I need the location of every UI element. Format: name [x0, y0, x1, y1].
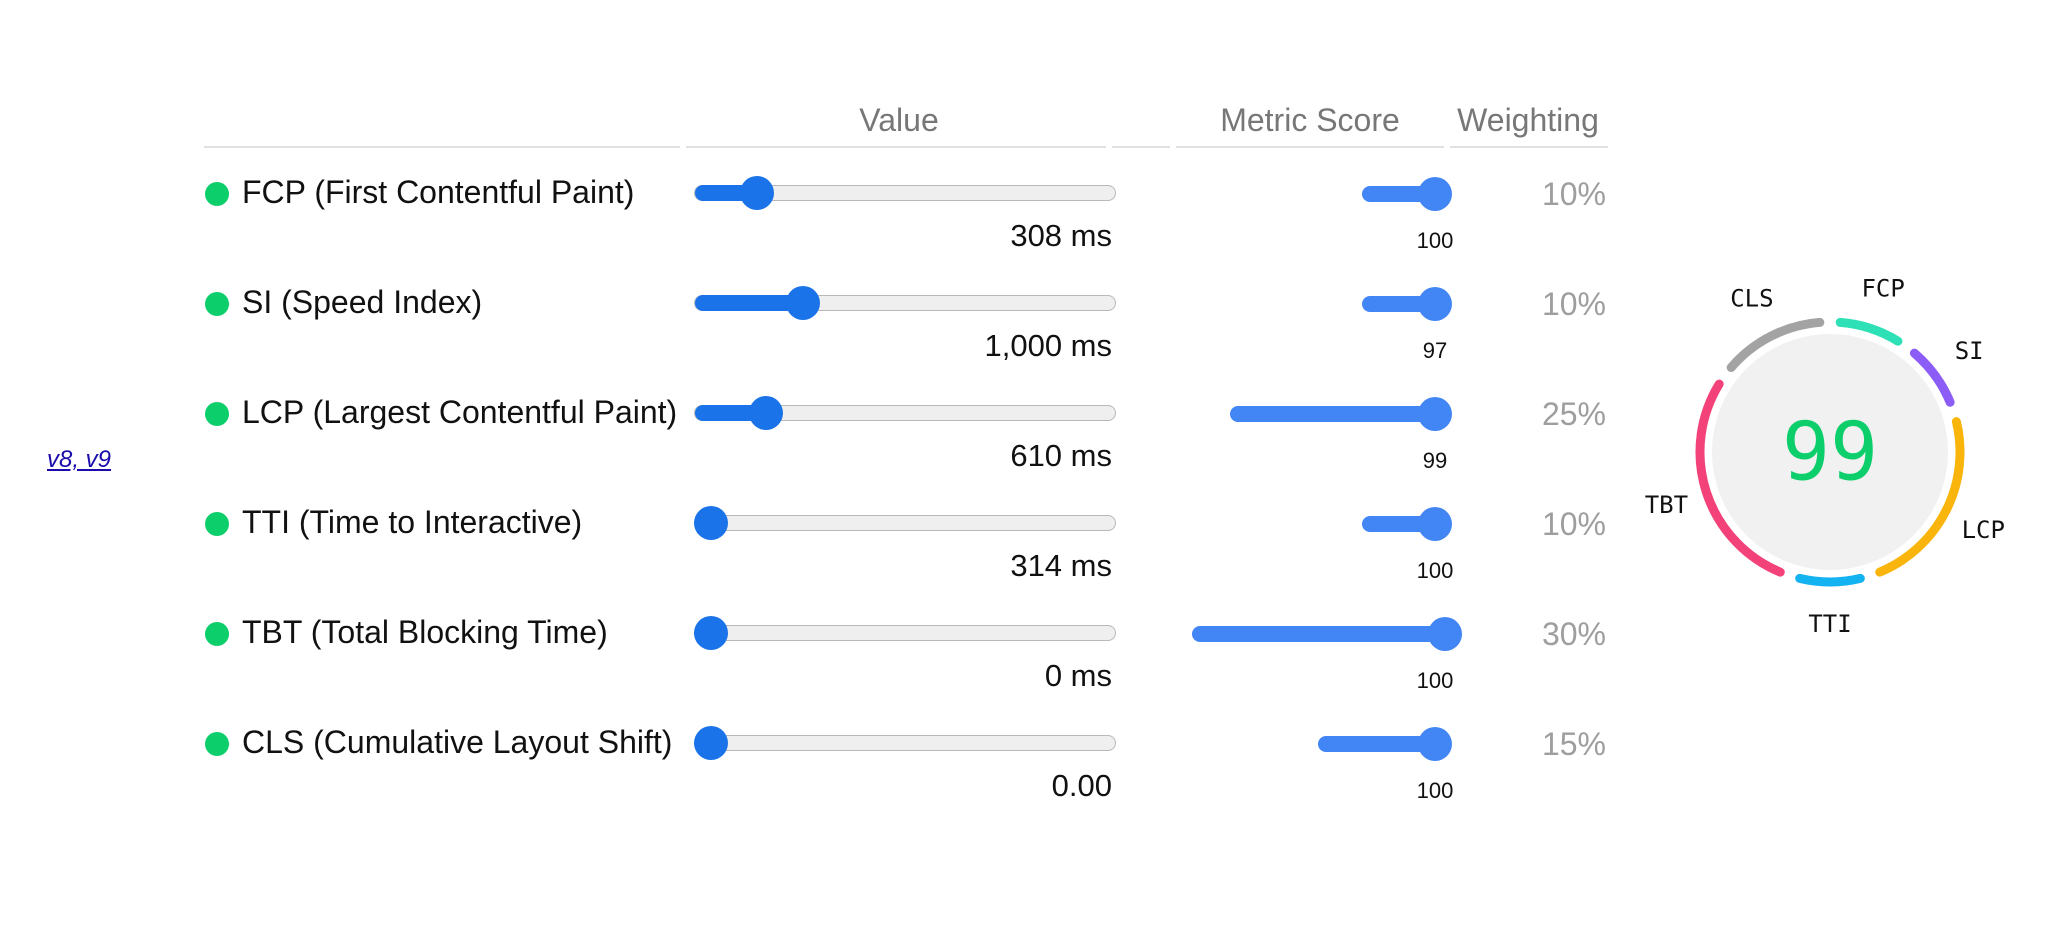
- gauge-label-lcp: LCP: [1962, 516, 2005, 544]
- metric-weighting: 10%: [1541, 176, 1606, 212]
- header-value: Value: [859, 102, 939, 138]
- metric-score-value: 100: [1416, 778, 1454, 803]
- version-link[interactable]: v8, v9: [47, 446, 111, 474]
- metric-value: 314 ms: [1010, 548, 1112, 583]
- value-slider[interactable]: [694, 295, 1116, 311]
- metric-score-value: 100: [1416, 228, 1454, 253]
- metric-score-thumb[interactable]: [1428, 617, 1462, 651]
- gauge-label-tbt: TBT: [1645, 491, 1688, 519]
- score-calculator: v8, v9 Value Metric Score Weighting FCP …: [0, 0, 2057, 941]
- metric-score-value: 100: [1416, 668, 1454, 693]
- metric-name: TTI (Time to Interactive): [242, 504, 583, 540]
- gauge-score: 99: [1782, 406, 1878, 499]
- metric-score-value: 97: [1422, 338, 1448, 363]
- metric-name: FCP (First Contentful Paint): [242, 174, 635, 210]
- gauge-label-si: SI: [1955, 337, 1984, 365]
- status-dot-icon: [205, 622, 229, 646]
- header-weighting: Weighting: [1457, 102, 1599, 138]
- metric-score-thumb[interactable]: [1418, 507, 1452, 541]
- metric-score-thumb[interactable]: [1418, 727, 1452, 761]
- metric-name: CLS (Cumulative Layout Shift): [242, 724, 673, 760]
- header-divider: [204, 146, 680, 148]
- metric-name: LCP (Largest Contentful Paint): [242, 394, 678, 430]
- metric-name: SI (Speed Index): [242, 284, 483, 320]
- status-dot-icon: [205, 292, 229, 316]
- header-divider: [686, 146, 1106, 148]
- metric-weighting: 25%: [1541, 396, 1606, 432]
- metric-value: 0.00: [1051, 768, 1112, 803]
- metric-value: 610 ms: [1010, 438, 1112, 473]
- value-slider[interactable]: [694, 515, 1116, 531]
- value-slider-thumb[interactable]: [694, 506, 728, 540]
- metric-weighting: 15%: [1541, 726, 1606, 762]
- status-dot-icon: [205, 182, 229, 206]
- status-dot-icon: [205, 402, 229, 426]
- metric-weighting: 10%: [1541, 286, 1606, 322]
- metric-score-value: 99: [1422, 448, 1448, 473]
- status-dot-icon: [205, 512, 229, 536]
- header-divider: [1450, 146, 1608, 148]
- status-dot-icon: [205, 732, 229, 756]
- metric-name: TBT (Total Blocking Time): [242, 614, 608, 650]
- gauge-label-tti: TTI: [1808, 610, 1851, 638]
- header-divider: [1176, 146, 1444, 148]
- gauge-label-fcp: FCP: [1861, 274, 1904, 302]
- metric-score-bar[interactable]: [1230, 406, 1435, 422]
- header-divider: [1112, 146, 1170, 148]
- metric-score-thumb[interactable]: [1418, 397, 1452, 431]
- value-slider-thumb[interactable]: [749, 396, 783, 430]
- metric-score-bar[interactable]: [1192, 626, 1445, 642]
- header-metric-score: Metric Score: [1220, 102, 1400, 138]
- gauge-segment-tti: [1795, 573, 1865, 587]
- metric-weighting: 10%: [1541, 506, 1606, 542]
- metric-score-value: 100: [1416, 558, 1454, 583]
- metric-score-thumb[interactable]: [1418, 177, 1452, 211]
- value-slider-thumb[interactable]: [694, 726, 728, 760]
- score-gauge: 99 FCP SI LCP TTI TBT CLS: [1645, 274, 2005, 638]
- metric-value: 308 ms: [1010, 218, 1112, 253]
- metric-value: 0 ms: [1044, 658, 1112, 693]
- metric-weighting: 30%: [1541, 616, 1606, 652]
- gauge-label-cls: CLS: [1730, 285, 1773, 313]
- value-slider-thumb[interactable]: [694, 616, 728, 650]
- metric-score-thumb[interactable]: [1418, 287, 1452, 321]
- value-slider[interactable]: [694, 735, 1116, 751]
- value-slider[interactable]: [694, 625, 1116, 641]
- metric-value: 1,000 ms: [984, 328, 1112, 363]
- value-slider-thumb[interactable]: [786, 286, 820, 320]
- value-slider-thumb[interactable]: [740, 176, 774, 210]
